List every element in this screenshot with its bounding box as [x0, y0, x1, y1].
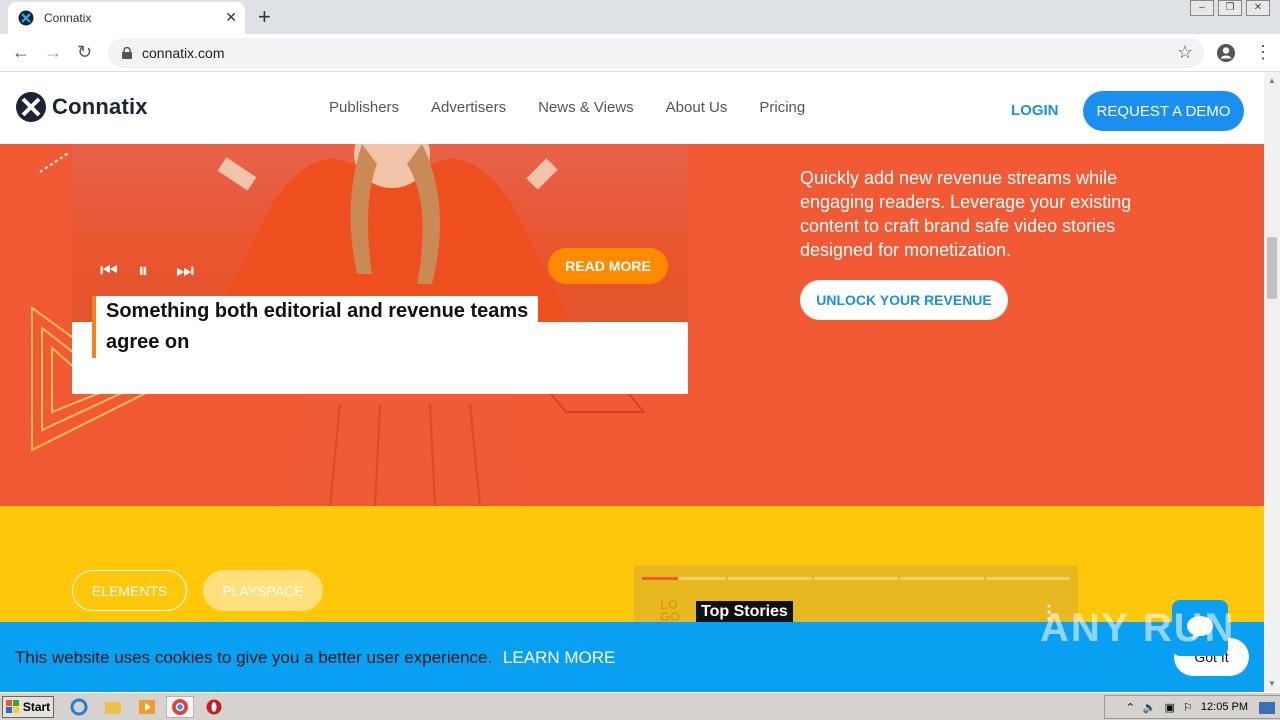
- media-player-icon[interactable]: [138, 698, 156, 716]
- login-link[interactable]: LOGIN: [1011, 102, 1059, 119]
- top-stories-label: Top Stories: [696, 601, 793, 622]
- next-icon[interactable]: ⏭: [176, 260, 194, 283]
- page-scrollbar[interactable]: ▲ ▼: [1264, 72, 1280, 692]
- caption-line-2: agree on: [92, 327, 200, 358]
- scroll-down-icon[interactable]: ▼: [1268, 679, 1276, 688]
- read-more-button[interactable]: READ MORE: [548, 248, 668, 284]
- story-progress: [986, 577, 1070, 580]
- story-progress: [900, 577, 984, 580]
- nav-pricing[interactable]: Pricing: [759, 99, 805, 116]
- brand-name: Connatix: [52, 94, 148, 119]
- clock: 12:05 PM: [1200, 701, 1248, 713]
- nav-advertisers[interactable]: Advertisers: [431, 99, 506, 116]
- widget-logo: LO GO: [660, 597, 681, 622]
- network-icon[interactable]: ▣: [1165, 701, 1175, 714]
- tray-arrow-icon[interactable]: ⌃: [1126, 701, 1135, 714]
- tab-title: Connatix: [44, 11, 92, 25]
- windows-logo-icon: [5, 700, 19, 713]
- start-label: Start: [22, 700, 51, 714]
- nav-publishers[interactable]: Publishers: [329, 99, 399, 116]
- dash-decoration: [39, 151, 71, 173]
- products-section: ELEMENTS PLAYSPACE LO GO Top Stories ⋮: [0, 506, 1264, 622]
- story-progress: [814, 577, 898, 580]
- bookmark-star-icon[interactable]: ☆: [1177, 42, 1193, 63]
- lock-icon: [122, 47, 132, 59]
- site-header: Connatix Publishers Advertisers News & V…: [0, 72, 1264, 144]
- pause-icon[interactable]: ⏸: [138, 260, 148, 283]
- address-bar[interactable]: connatix.com: [108, 38, 1204, 68]
- request-demo-button[interactable]: REQUEST A DEMO: [1083, 91, 1244, 131]
- main-nav: Publishers Advertisers News & Views Abou…: [329, 99, 805, 116]
- hero-section: ⏮ ⏸ ⏭ READ MORE Something both editorial…: [0, 144, 1264, 506]
- learn-more-link[interactable]: LEARN MORE: [503, 648, 615, 667]
- scroll-up-icon[interactable]: ▲: [1268, 76, 1276, 85]
- forward-arrow-icon[interactable]: →: [44, 42, 62, 63]
- ie-icon[interactable]: [70, 698, 88, 716]
- connatix-favicon-icon: [18, 10, 34, 26]
- brand-logo[interactable]: Connatix: [16, 92, 148, 122]
- show-desktop-icon[interactable]: [1258, 699, 1276, 717]
- browser-tab[interactable]: Connatix ✕: [8, 2, 245, 34]
- anyrun-watermark: ANY RUN: [1040, 606, 1236, 650]
- nav-news-views[interactable]: News & Views: [538, 99, 634, 116]
- chrome-taskbar-icon[interactable]: [166, 696, 194, 718]
- window-close-icon[interactable]: ✕: [1246, 0, 1270, 16]
- restore-icon[interactable]: ❐: [1218, 0, 1242, 16]
- system-tray: ⌃ 🔈 ▣ ⚐ 12:05 PM: [1104, 695, 1280, 719]
- reload-icon[interactable]: ↻: [77, 42, 92, 63]
- folder-icon[interactable]: [104, 698, 122, 716]
- window-controls: – ❐ ✕: [1190, 0, 1270, 16]
- back-arrow-icon[interactable]: ←: [12, 42, 30, 63]
- windows-taskbar: Start ⌃ 🔈 ▣ ⚐ 12:05 PM: [0, 692, 1280, 720]
- url-text: connatix.com: [142, 45, 225, 61]
- caption-line-1: Something both editorial and revenue tea…: [92, 296, 539, 327]
- minimize-icon[interactable]: –: [1190, 0, 1214, 16]
- menu-kebab-icon[interactable]: ⋮: [1254, 42, 1272, 63]
- unlock-revenue-button[interactable]: UNLOCK YOUR REVENUE: [800, 280, 1008, 320]
- story-progress: [678, 577, 726, 580]
- browser-tabbar: Connatix ✕ + – ❐ ✕: [0, 0, 1280, 34]
- playspace-tab[interactable]: PLAYSPACE: [203, 570, 323, 611]
- tab-close-icon[interactable]: ✕: [225, 9, 237, 26]
- scroll-thumb[interactable]: [1267, 237, 1277, 299]
- elements-tab[interactable]: ELEMENTS: [72, 570, 187, 611]
- dress-graphic: [280, 394, 530, 506]
- cookie-message: This website uses cookies to give you a …: [15, 648, 615, 668]
- connatix-logo-icon: [16, 92, 46, 122]
- opera-icon[interactable]: [205, 698, 223, 716]
- profile-icon[interactable]: [1216, 43, 1236, 63]
- volume-icon[interactable]: 🔈: [1143, 701, 1157, 714]
- video-caption: Something both editorial and revenue tea…: [92, 296, 552, 358]
- previous-icon[interactable]: ⏮: [100, 260, 118, 283]
- new-tab-icon[interactable]: +: [258, 4, 271, 30]
- nav-about-us[interactable]: About Us: [666, 99, 728, 116]
- story-progress: [728, 577, 812, 580]
- cookie-text: This website uses cookies to give you a …: [15, 648, 493, 667]
- start-button[interactable]: Start: [2, 696, 54, 718]
- story-progress-active: [642, 577, 678, 580]
- browser-toolbar: ← → ↻ connatix.com ☆ ⋮: [0, 34, 1280, 72]
- hero-description: Quickly add new revenue streams while en…: [800, 168, 1132, 260]
- flag-icon[interactable]: ⚐: [1183, 701, 1193, 714]
